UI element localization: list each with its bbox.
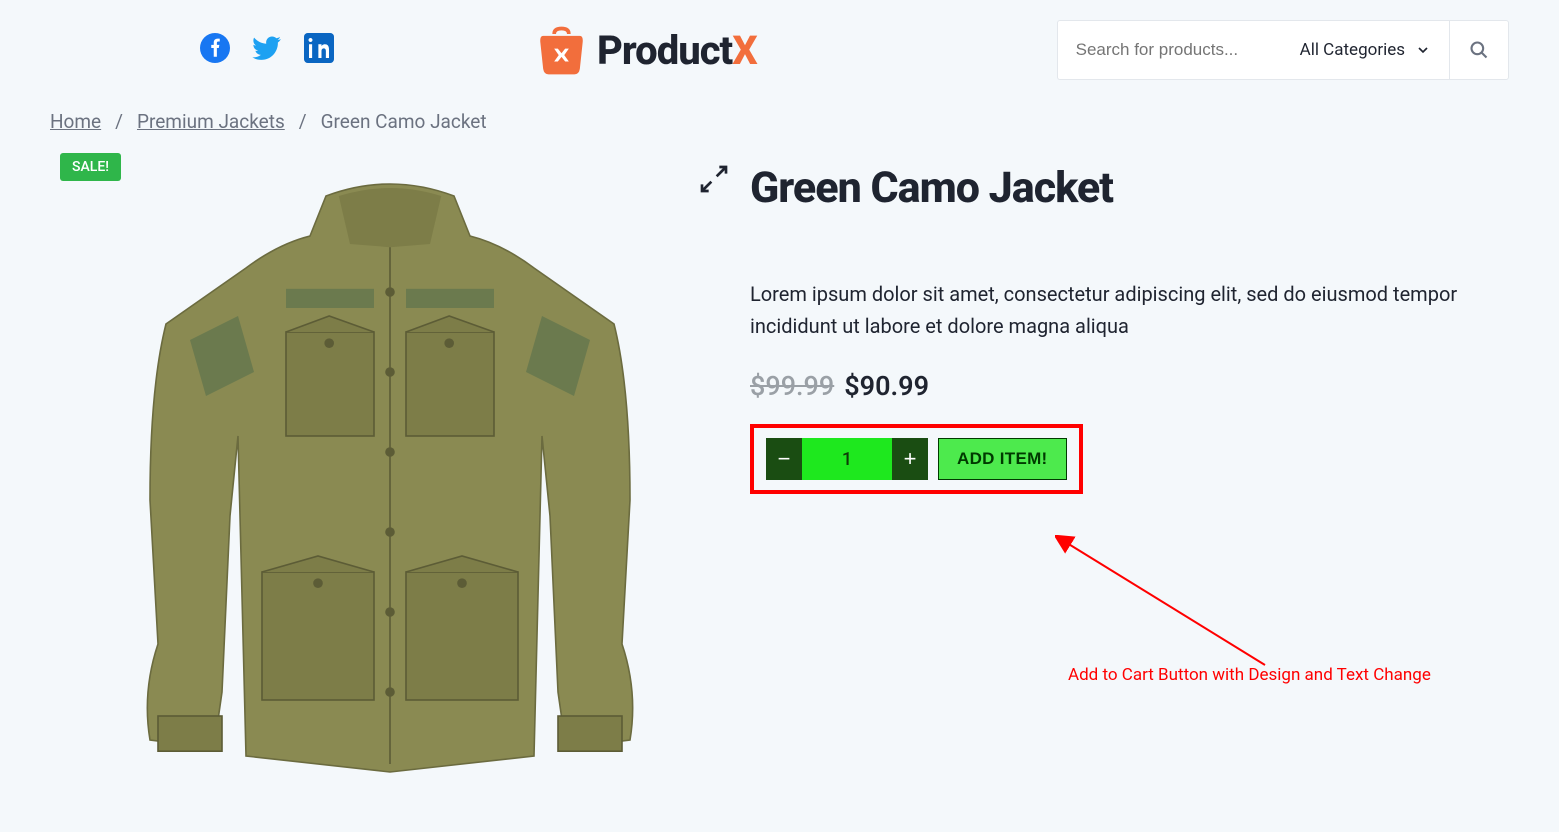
search-input[interactable] <box>1057 20 1282 80</box>
search-icon <box>1469 40 1489 60</box>
header: ProductX All Categories <box>0 0 1559 90</box>
info-column: Green Camo Jacket Lorem ipsum dolor sit … <box>750 148 1470 788</box>
product-description: Lorem ipsum dolor sit amet, consectetur … <box>750 278 1470 342</box>
annotation-text: Add to Cart Button with Design and Text … <box>1068 665 1431 685</box>
product-image[interactable] <box>70 148 710 788</box>
breadcrumb-sep: / <box>299 110 307 133</box>
chevron-down-icon <box>1415 42 1431 58</box>
image-column: SALE! <box>50 148 730 788</box>
category-label: All Categories <box>1300 40 1405 60</box>
cart-highlight-box: − 1 + ADD ITEM! <box>750 424 1083 494</box>
breadcrumb-category[interactable]: Premium Jackets <box>137 110 285 133</box>
breadcrumb-sep: / <box>115 110 123 133</box>
quantity-stepper: − 1 + <box>766 438 928 480</box>
price-old: $99.99 <box>750 370 834 402</box>
price-new: $90.99 <box>844 370 929 402</box>
expand-icon[interactable] <box>698 163 730 195</box>
add-to-cart-button[interactable]: ADD ITEM! <box>938 438 1067 480</box>
sale-badge: SALE! <box>60 153 121 181</box>
qty-value[interactable]: 1 <box>802 438 892 480</box>
price-row: $99.99 $90.99 <box>750 370 1470 402</box>
product-title: Green Camo Jacket <box>750 163 1470 213</box>
qty-minus-button[interactable]: − <box>766 438 802 480</box>
social-links <box>200 33 334 67</box>
breadcrumb: Home / Premium Jackets / Green Camo Jack… <box>0 90 1559 143</box>
search-bar: All Categories <box>1057 20 1509 80</box>
search-button[interactable] <box>1449 20 1509 80</box>
breadcrumb-home[interactable]: Home <box>50 110 101 133</box>
logo-text: ProductX <box>597 27 757 74</box>
category-select[interactable]: All Categories <box>1282 20 1449 80</box>
linkedin-icon[interactable] <box>304 33 334 67</box>
breadcrumb-current: Green Camo Jacket <box>321 110 487 133</box>
twitter-icon[interactable] <box>252 33 282 67</box>
logo-bag-icon <box>534 23 589 78</box>
logo[interactable]: ProductX <box>534 23 757 78</box>
qty-plus-button[interactable]: + <box>892 438 928 480</box>
facebook-icon[interactable] <box>200 33 230 67</box>
product-main: SALE! <box>0 143 1559 788</box>
